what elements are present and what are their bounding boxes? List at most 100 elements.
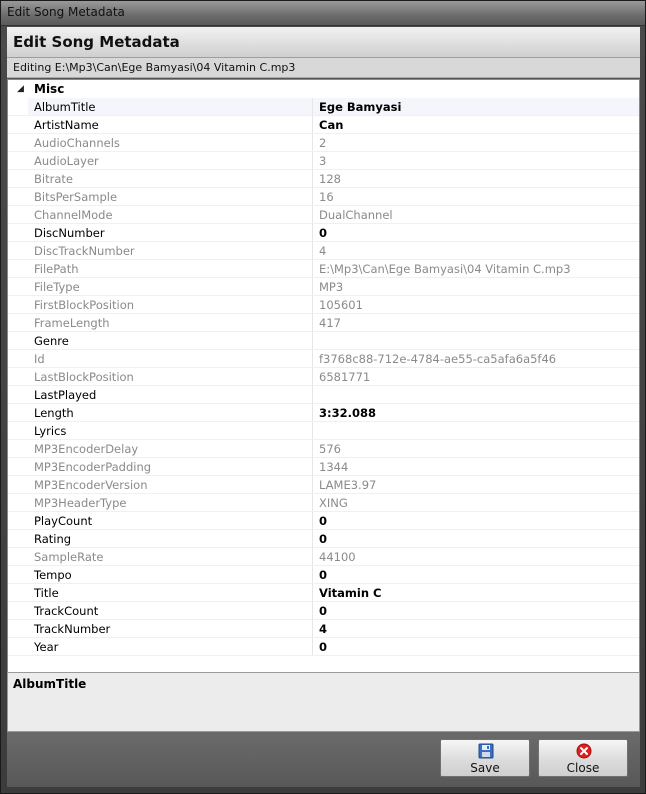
property-row[interactable]: Rating 0: [8, 530, 639, 548]
property-name[interactable]: MP3EncoderVersion: [28, 476, 313, 493]
property-name[interactable]: DiscTrackNumber: [28, 242, 313, 259]
property-row[interactable]: ArtistName Can: [8, 116, 639, 134]
property-name[interactable]: TrackCount: [28, 602, 313, 619]
property-value[interactable]: [313, 422, 639, 439]
property-row[interactable]: Year 0: [8, 638, 639, 656]
property-row[interactable]: FirstBlockPosition 105601: [8, 296, 639, 314]
property-name[interactable]: LastPlayed: [28, 386, 313, 403]
property-name[interactable]: PlayCount: [28, 512, 313, 529]
property-name[interactable]: Length: [28, 404, 313, 421]
property-row[interactable]: Lyrics: [8, 422, 639, 440]
save-button[interactable]: Save: [440, 739, 530, 777]
property-row[interactable]: Bitrate 128: [8, 170, 639, 188]
property-value[interactable]: 0: [313, 512, 639, 529]
property-value[interactable]: 0: [313, 638, 639, 655]
property-value: 2: [319, 136, 327, 150]
property-name[interactable]: BitsPerSample: [28, 188, 313, 205]
property-grid[interactable]: ◢ Misc AlbumTitle Ege Bamyasi ArtistName Ca…: [7, 79, 640, 691]
category-misc[interactable]: ◢ Misc: [8, 80, 639, 98]
property-name[interactable]: LastBlockPosition: [28, 368, 313, 385]
property-name[interactable]: Genre: [28, 332, 313, 349]
property-row[interactable]: Length 3:32.088: [8, 404, 639, 422]
property-value[interactable]: Can: [313, 116, 639, 133]
row-gutter: [8, 386, 28, 403]
property-value[interactable]: 0: [313, 602, 639, 619]
property-row[interactable]: TrackNumber 4: [8, 620, 639, 638]
property-row[interactable]: Id f3768c88-712e-4784-ae55-ca5afa6a5f46: [8, 350, 639, 368]
property-name[interactable]: AlbumTitle: [28, 98, 313, 115]
property-name[interactable]: Rating: [28, 530, 313, 547]
property-row[interactable]: FrameLength 417: [8, 314, 639, 332]
property-row[interactable]: Genre: [8, 332, 639, 350]
property-name[interactable]: FirstBlockPosition: [28, 296, 313, 313]
property-name[interactable]: AudioChannels: [28, 134, 313, 151]
property-row[interactable]: DiscTrackNumber 4: [8, 242, 639, 260]
property-row[interactable]: LastPlayed: [8, 386, 639, 404]
property-row[interactable]: FileType MP3: [8, 278, 639, 296]
property-row[interactable]: AudioLayer 3: [8, 152, 639, 170]
property-row[interactable]: ChannelMode DualChannel: [8, 206, 639, 224]
property-name[interactable]: FrameLength: [28, 314, 313, 331]
property-row[interactable]: BitsPerSample 16: [8, 188, 639, 206]
property-value[interactable]: 0: [313, 530, 639, 547]
row-gutter: [8, 152, 28, 169]
property-row[interactable]: MP3EncoderDelay 576: [8, 440, 639, 458]
property-value[interactable]: [313, 332, 639, 349]
property-row[interactable]: AudioChannels 2: [8, 134, 639, 152]
row-gutter: [8, 440, 28, 457]
property-name[interactable]: Year: [28, 638, 313, 655]
editing-path-text: Editing E:\Mp3\Can\Ege Bamyasi\04 Vitami…: [13, 61, 296, 74]
row-gutter: [8, 548, 28, 565]
property-name[interactable]: Id: [28, 350, 313, 367]
property-name[interactable]: Title: [28, 584, 313, 601]
property-name[interactable]: SampleRate: [28, 548, 313, 565]
property-row[interactable]: Title Vitamin C: [8, 584, 639, 602]
save-button-label: Save: [470, 761, 500, 775]
property-row[interactable]: DiscNumber 0: [8, 224, 639, 242]
property-row[interactable]: AlbumTitle Ege Bamyasi: [8, 98, 639, 116]
row-gutter: [8, 116, 28, 133]
property-row[interactable]: LastBlockPosition 6581771: [8, 368, 639, 386]
property-name[interactable]: MP3EncoderPadding: [28, 458, 313, 475]
property-value: MP3: [319, 280, 344, 294]
property-row[interactable]: SampleRate 44100: [8, 548, 639, 566]
row-gutter: [8, 422, 28, 439]
property-name[interactable]: TrackNumber: [28, 620, 313, 637]
property-name[interactable]: ArtistName: [28, 116, 313, 133]
property-value[interactable]: [313, 386, 639, 403]
property-value[interactable]: Vitamin C: [313, 584, 639, 601]
property-row[interactable]: Tempo 0: [8, 566, 639, 584]
property-name[interactable]: AudioLayer: [28, 152, 313, 169]
property-name[interactable]: FilePath: [28, 260, 313, 277]
property-row[interactable]: FilePath E:\Mp3\Can\Ege Bamyasi\04 Vitami…: [8, 260, 639, 278]
property-name[interactable]: DiscNumber: [28, 224, 313, 241]
row-gutter: [8, 260, 28, 277]
property-value: XING: [319, 496, 348, 510]
property-name[interactable]: MP3EncoderDelay: [28, 440, 313, 457]
property-value: 576: [319, 442, 341, 456]
row-gutter: [8, 332, 28, 349]
property-row[interactable]: TrackCount 0: [8, 602, 639, 620]
property-value[interactable]: 0: [313, 224, 639, 241]
close-button[interactable]: Close: [538, 739, 628, 777]
property-name[interactable]: ChannelMode: [28, 206, 313, 223]
row-gutter: [8, 404, 28, 421]
property-row[interactable]: MP3HeaderType XING: [8, 494, 639, 512]
row-gutter: [8, 98, 28, 115]
property-row[interactable]: PlayCount 0: [8, 512, 639, 530]
property-value[interactable]: 4: [313, 620, 639, 637]
dialog-frame: Edit Song Metadata Editing E:\Mp3\Can\Eg…: [7, 27, 640, 787]
property-value[interactable]: 0: [313, 566, 639, 583]
row-gutter: [8, 620, 28, 637]
property-value[interactable]: Ege Bamyasi: [313, 98, 639, 115]
property-row[interactable]: MP3EncoderVersion LAME3.97: [8, 476, 639, 494]
property-name[interactable]: Tempo: [28, 566, 313, 583]
collapse-triangle-icon[interactable]: ◢: [17, 80, 24, 98]
property-name[interactable]: Bitrate: [28, 170, 313, 187]
property-name[interactable]: MP3HeaderType: [28, 494, 313, 511]
property-name[interactable]: FileType: [28, 278, 313, 295]
property-row[interactable]: MP3EncoderPadding 1344: [8, 458, 639, 476]
property-name[interactable]: Lyrics: [28, 422, 313, 439]
property-value[interactable]: 3:32.088: [313, 404, 639, 421]
title-bar[interactable]: Edit Song Metadata: [1, 1, 645, 26]
